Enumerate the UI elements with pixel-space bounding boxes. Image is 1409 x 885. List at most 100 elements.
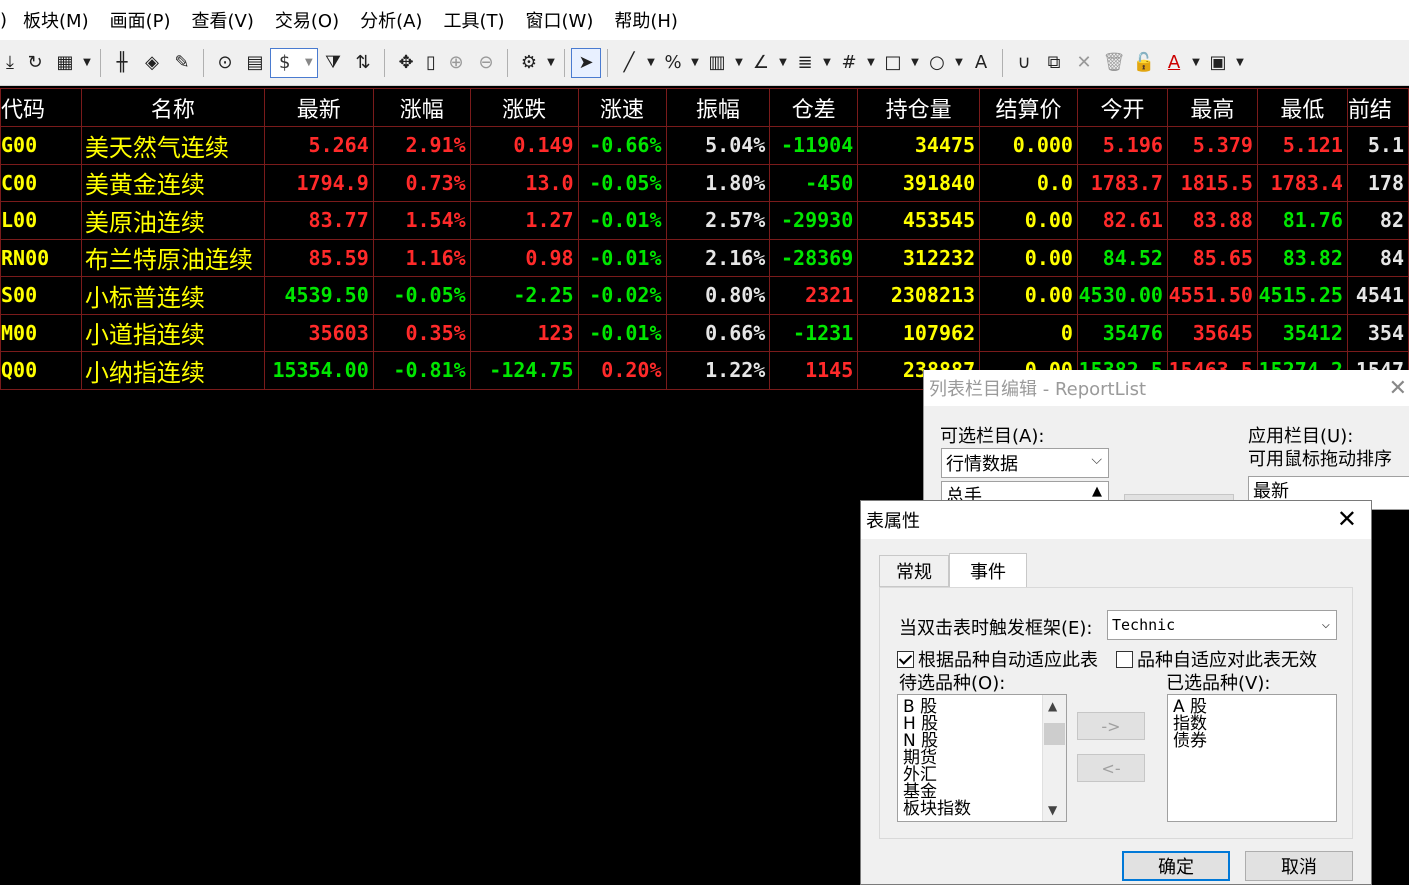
sort-icon[interactable]: ⇅ [348,48,378,78]
chevron-down-icon[interactable]: ▼ [1048,803,1057,817]
chevron-down-icon[interactable]: ▼ [776,48,790,78]
chevron-down-icon[interactable]: ▼ [952,48,966,78]
channel-icon[interactable]: ≣ [790,48,820,78]
settings-icon[interactable]: ⚙ [514,48,544,78]
chevron-down-icon[interactable]: ▼ [864,48,878,78]
column-header[interactable]: 涨跌 [469,88,579,127]
chevron-down-icon[interactable]: ▼ [1189,48,1203,78]
table-row[interactable]: RN00 布兰特原油连续 85.59 1.16% 0.98 -0.01% 2.1… [0,238,1409,277]
copy-icon[interactable]: ⧉ [1039,48,1069,78]
pointer-icon[interactable]: ➤ [571,47,601,78]
save-icon[interactable]: ▣ [1203,48,1233,78]
dollar-icon: $ [279,52,291,73]
chevron-down-icon[interactable]: ▼ [908,48,922,78]
play-icon[interactable]: ⊙ [210,48,240,78]
rectangle-icon[interactable]: □ [878,48,908,78]
grid-icon[interactable]: ▦ [50,48,80,78]
column-header[interactable]: 代码 [0,88,82,127]
column-header[interactable]: 前结 [1346,88,1409,127]
column-header[interactable]: 结算价 [979,88,1078,127]
cell-settle: 0.000 [979,126,1078,165]
column-header[interactable]: 最低 [1256,88,1348,127]
menu-item-view[interactable]: 查看(V) [192,7,254,33]
chevron-down-icon[interactable]: ▼ [732,48,746,78]
table-row[interactable]: S00 小标普连续 4539.50 -0.05% -2.25 -0.02% 0.… [0,276,1409,315]
doc-icon[interactable]: ▤ [240,48,270,78]
table-row[interactable]: M00 小道指连续 35603 0.35% 123 -0.01% 0.66% -… [0,313,1409,352]
chevron-down-icon[interactable]: ▼ [644,48,658,78]
menu-item-help[interactable]: 帮助(H) [614,7,678,33]
chevron-up-icon[interactable]: ▲ [1092,484,1102,499]
cell-name: 美天然气连续 [80,126,265,165]
ok-button[interactable]: 确定 [1122,851,1230,881]
menu-item-sector[interactable]: 板块(M) [23,7,89,33]
list-item[interactable]: 最新 [1253,481,1289,502]
column-icon[interactable]: ▯ [421,48,441,78]
list-item[interactable]: 债券 [1173,733,1336,750]
chevron-down-icon[interactable]: ▼ [1233,48,1247,78]
chevron-up-icon[interactable]: ▲ [1048,699,1057,713]
circle-icon[interactable]: ○ [922,48,952,78]
bars-icon[interactable]: ▥ [702,48,732,78]
available-columns-select[interactable]: 行情数据 ⌵ [941,448,1109,478]
column-header[interactable]: 最高 [1166,88,1258,127]
table-row[interactable]: C00 美黄金连续 1794.9 0.73% 13.0 -0.05% 1.80%… [0,163,1409,202]
menu-item-screen[interactable]: 画面(P) [110,7,171,33]
menu-item-analysis[interactable]: 分析(A) [360,7,422,33]
move-left-button[interactable]: <- [1077,754,1145,782]
candlestick-icon[interactable]: ╫ [107,48,137,78]
column-header[interactable]: 今开 [1076,88,1168,127]
percent-icon[interactable]: % [658,48,688,78]
column-header[interactable]: 振幅 [665,88,771,127]
scrollbar[interactable]: ▲ ▼ [1042,695,1066,821]
chevron-down-icon[interactable]: ▼ [820,48,834,78]
trash-icon[interactable]: 🗑 [1099,48,1129,78]
menu-item-trade[interactable]: 交易(O) [275,7,339,33]
cancel-button[interactable]: 取消 [1245,851,1353,881]
tab-events[interactable]: 事件 [949,553,1027,587]
filter-icon[interactable]: ⧩ [318,48,348,78]
edit-icon[interactable]: ✎ [167,48,197,78]
delete-icon[interactable]: ✕ [1069,48,1099,78]
download-icon[interactable]: ⤓ [0,48,20,78]
line-icon[interactable]: ╱ [614,48,644,78]
menu-item-window[interactable]: 窗口(W) [526,7,594,33]
menu-item-fragment[interactable]: ) [0,10,7,31]
column-header[interactable]: 名称 [80,88,265,127]
hash-icon[interactable]: # [834,48,864,78]
zoom-in-icon[interactable]: ⊕ [441,48,471,78]
pending-varieties-list[interactable]: B 股 H 股 N 股 期货 外汇 基金 板块指数 ▲ ▼ [897,694,1067,822]
column-header[interactable]: 涨速 [577,88,667,127]
tab-general[interactable]: 常规 [879,555,949,587]
column-header[interactable]: 最新 [263,88,374,127]
column-header[interactable]: 仓差 [769,88,859,127]
table-row[interactable]: G00 美天然气连续 5.264 2.91% 0.149 -0.66% 5.04… [0,126,1409,165]
selected-varieties-list[interactable]: A 股 指数 债券 [1167,694,1337,822]
angle-icon[interactable]: ∠ [746,48,776,78]
color-icon[interactable]: A [1159,48,1189,78]
cell-oi-diff: -28369 [769,238,859,277]
lock-icon[interactable]: 🔓 [1129,48,1159,78]
close-icon[interactable]: ✕ [1389,376,1407,401]
chevron-down-icon[interactable]: ▼ [544,48,558,78]
diamond-icon[interactable]: ◈ [137,48,167,78]
menu-item-tools[interactable]: 工具(T) [443,7,504,33]
currency-dropdown[interactable]: $ ▼ [270,47,318,78]
column-header[interactable]: 持仓量 [857,88,981,127]
chevron-down-icon[interactable]: ▼ [80,48,94,78]
column-header[interactable]: 涨幅 [372,88,471,127]
move-right-button[interactable]: -> [1077,712,1145,740]
auto-adapt-label: 根据品种自动适应此表 [918,650,1098,671]
zoom-out-icon[interactable]: ⊖ [471,48,501,78]
close-icon[interactable]: ✕ [1337,505,1357,533]
refresh-icon[interactable]: ↻ [20,48,50,78]
move-icon[interactable]: ✥ [391,48,421,78]
magnet-icon[interactable]: ∪ [1009,48,1039,78]
chevron-down-icon[interactable]: ▼ [688,48,702,78]
checkbox-unchecked[interactable] [1116,651,1133,668]
trigger-frame-select[interactable]: Technic ⌵ [1107,610,1337,640]
table-row[interactable]: L00 美原油连续 83.77 1.54% 1.27 -0.01% 2.57% … [0,201,1409,240]
scrollbar-thumb[interactable] [1044,723,1065,745]
checkbox-checked[interactable] [897,651,914,668]
text-icon[interactable]: A [966,48,996,78]
